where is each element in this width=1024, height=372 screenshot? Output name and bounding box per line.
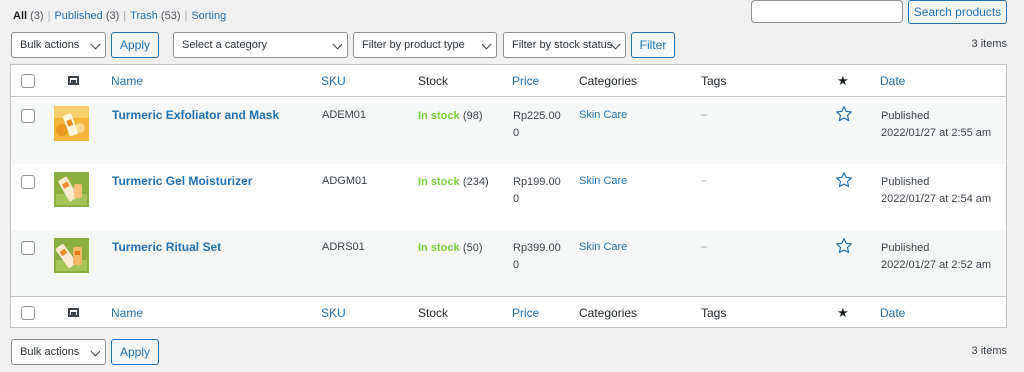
star-outline-icon[interactable] xyxy=(835,171,853,189)
star-outline-icon[interactable] xyxy=(835,237,853,255)
table-row: Turmeric Ritual Set ADRS01 In stock (50)… xyxy=(11,230,1006,296)
items-count-top: 3 items xyxy=(971,38,1007,50)
product-tags: – xyxy=(701,241,708,253)
column-header-sku[interactable]: SKU xyxy=(321,74,346,88)
column-footer-price[interactable]: Price xyxy=(512,306,539,320)
select-all-checkbox-footer[interactable] xyxy=(21,306,35,320)
view-all-link[interactable]: All (3) xyxy=(13,10,44,22)
product-sku: ADRS01 xyxy=(322,241,365,253)
product-stock: In stock (50) xyxy=(418,242,483,254)
column-header-price[interactable]: Price xyxy=(512,74,539,88)
product-sku: ADGM01 xyxy=(322,175,368,187)
column-footer-name[interactable]: Name xyxy=(111,306,143,320)
apply-button-top[interactable]: Apply xyxy=(111,32,159,58)
product-price: Rp225.00 0 xyxy=(513,110,561,139)
image-icon xyxy=(68,76,79,85)
column-header-name[interactable]: Name xyxy=(111,74,143,88)
row-checkbox[interactable] xyxy=(21,241,35,255)
column-footer-date[interactable]: Date xyxy=(880,306,905,320)
row-checkbox[interactable] xyxy=(21,175,35,189)
row-checkbox[interactable] xyxy=(21,109,35,123)
select-all-checkbox[interactable] xyxy=(21,74,35,88)
chevron-down-icon xyxy=(90,346,101,357)
product-name-link[interactable]: Turmeric Ritual Set xyxy=(112,240,221,254)
product-thumbnail[interactable] xyxy=(54,172,89,207)
product-stock: In stock (98) xyxy=(418,110,483,122)
product-name-link[interactable]: Turmeric Exfoliator and Mask xyxy=(112,108,279,122)
bulk-actions-select-top[interactable]: Bulk actions xyxy=(11,32,106,58)
image-icon xyxy=(68,308,79,317)
product-stock: In stock (234) xyxy=(418,176,489,188)
product-date: Published 2022/01/27 at 2:55 am xyxy=(881,110,992,139)
chevron-down-icon xyxy=(481,39,492,50)
category-select[interactable]: Select a category xyxy=(173,32,348,58)
apply-button-bottom[interactable]: Apply xyxy=(111,339,159,365)
table-footer: Name SKU Stock Price Categories Tags ★ D… xyxy=(11,296,1006,328)
chevron-down-icon xyxy=(332,39,343,50)
star-filled-icon[interactable]: ★ xyxy=(837,306,849,320)
table-row: Turmeric Exfoliator and Mask ADEM01 In s… xyxy=(11,98,1006,164)
product-tags: – xyxy=(701,109,708,121)
column-footer-stock: Stock xyxy=(418,306,449,320)
column-header-tags: Tags xyxy=(701,74,727,88)
column-footer-sku[interactable]: SKU xyxy=(321,306,346,320)
bulk-actions-select-bottom[interactable]: Bulk actions xyxy=(11,339,106,365)
items-count-bottom: 3 items xyxy=(971,345,1007,357)
column-footer-categories: Categories xyxy=(579,306,638,320)
table-row: Turmeric Gel Moisturizer ADGM01 In stock… xyxy=(11,164,1006,230)
product-price: Rp399.00 0 xyxy=(513,242,561,271)
search-products-button[interactable]: Search products xyxy=(908,0,1007,24)
product-thumbnail[interactable] xyxy=(54,106,89,141)
view-trash-link[interactable]: Trash (53) xyxy=(130,10,180,22)
product-date: Published 2022/01/27 at 2:52 am xyxy=(881,242,992,271)
products-table: Name SKU Stock Price Categories Tags ★ D… xyxy=(10,64,1007,328)
product-category-link[interactable]: Skin Care xyxy=(579,108,627,122)
search-input[interactable] xyxy=(751,0,903,23)
product-category-link[interactable]: Skin Care xyxy=(579,240,627,254)
star-outline-icon[interactable] xyxy=(835,105,853,123)
product-type-select[interactable]: Filter by product type xyxy=(353,32,497,58)
column-footer-tags: Tags xyxy=(701,306,727,320)
product-category-link[interactable]: Skin Care xyxy=(579,174,627,188)
status-views: All (3) | Published (3) | Trash (53) | Sorting xyxy=(13,10,227,22)
product-date: Published 2022/01/27 at 2:54 am xyxy=(881,176,992,205)
view-sorting-link[interactable]: Sorting xyxy=(191,10,226,22)
filter-button[interactable]: Filter xyxy=(631,32,675,58)
star-filled-icon[interactable]: ★ xyxy=(837,74,849,88)
view-published-link[interactable]: Published (3) xyxy=(54,10,119,22)
chevron-down-icon xyxy=(90,39,101,50)
stock-status-select[interactable]: Filter by stock status xyxy=(503,32,626,58)
product-tags: – xyxy=(701,175,708,187)
table-header: Name SKU Stock Price Categories Tags ★ D… xyxy=(11,65,1006,97)
product-name-link[interactable]: Turmeric Gel Moisturizer xyxy=(112,174,252,188)
column-header-stock: Stock xyxy=(418,74,449,88)
column-header-categories: Categories xyxy=(579,74,638,88)
column-header-date[interactable]: Date xyxy=(880,74,905,88)
product-price: Rp199.00 0 xyxy=(513,176,561,205)
product-thumbnail[interactable] xyxy=(54,238,89,273)
product-sku: ADEM01 xyxy=(322,109,367,121)
